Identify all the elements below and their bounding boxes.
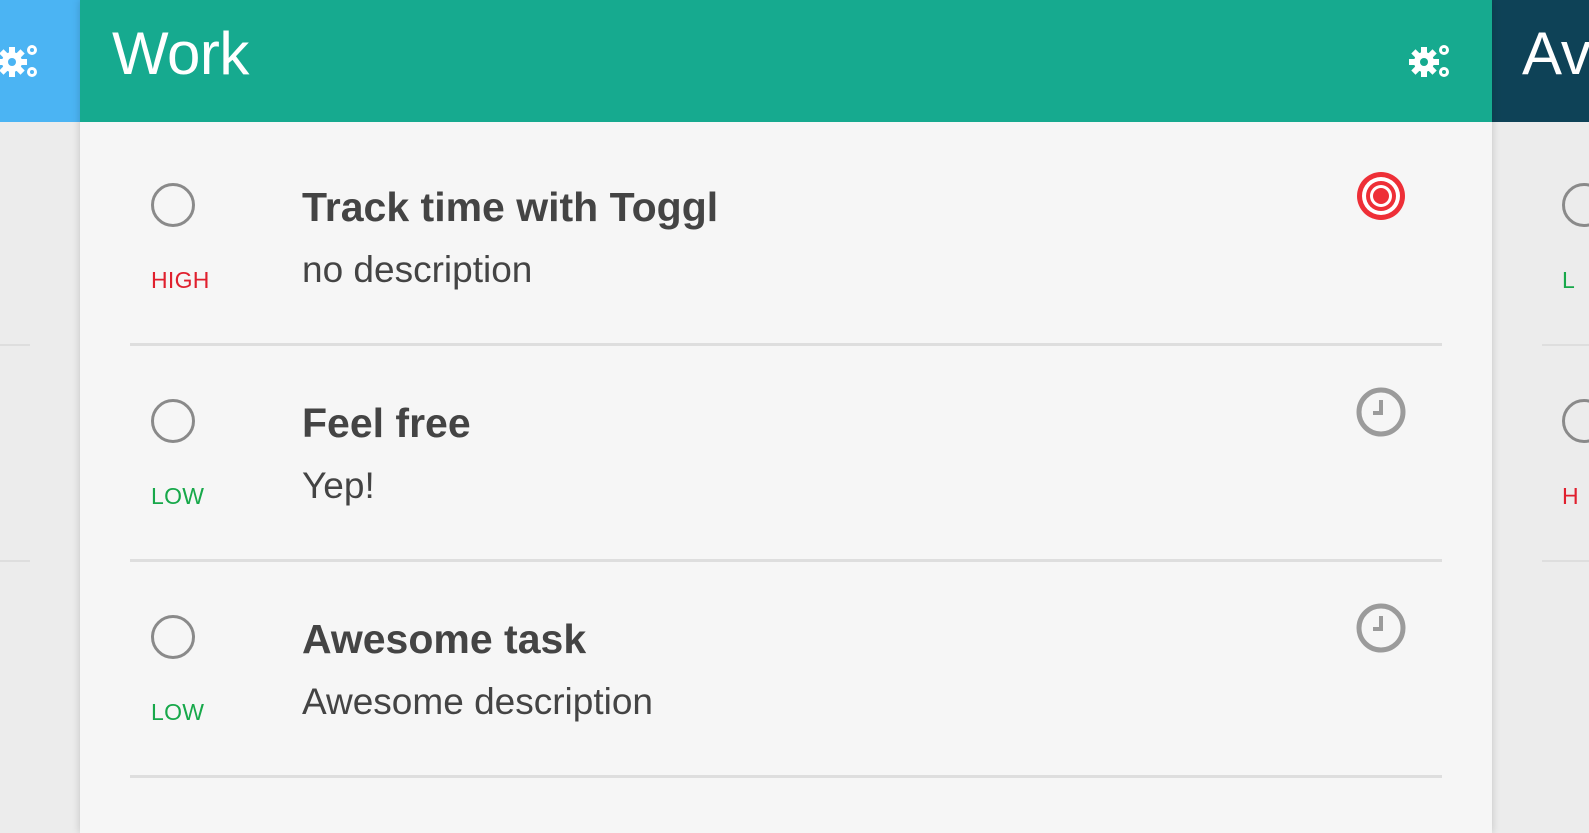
work-column: Work HIGH Track time with Toggl no descr… xyxy=(80,0,1492,833)
complete-checkbox[interactable] xyxy=(151,399,195,443)
column-title: Work xyxy=(112,20,249,87)
task-name: Track time with Toggl xyxy=(302,184,719,230)
task-item[interactable]: HIGH Track time with Toggl no descriptio… xyxy=(130,130,1442,346)
target-icon[interactable] xyxy=(1355,170,1407,222)
left-column-header xyxy=(0,0,80,122)
task-description: Yep! xyxy=(302,465,375,506)
divider xyxy=(1542,344,1589,346)
task-name: Feel free xyxy=(302,400,471,446)
complete-checkbox[interactable] xyxy=(1562,399,1589,443)
complete-checkbox[interactable] xyxy=(151,615,195,659)
right-column-header: Av xyxy=(1492,0,1589,122)
right-column-title: Av xyxy=(1522,20,1589,87)
clock-icon[interactable] xyxy=(1355,386,1407,438)
column-header: Work xyxy=(80,0,1492,122)
complete-checkbox[interactable] xyxy=(151,183,195,227)
task-name: Awesome task xyxy=(302,616,587,662)
divider xyxy=(1542,560,1589,562)
left-column xyxy=(0,0,80,833)
task-item[interactable]: LOW Awesome task Awesome description xyxy=(130,562,1442,778)
task-description: no description xyxy=(302,249,533,290)
task-item[interactable]: LOW Feel free Yep! xyxy=(130,346,1442,562)
priority-label: LOW xyxy=(151,699,205,725)
priority-label: H xyxy=(1562,483,1579,509)
clock-icon[interactable] xyxy=(1355,602,1407,654)
task-description: Awesome description xyxy=(302,681,653,722)
gears-icon[interactable] xyxy=(1406,38,1456,89)
divider xyxy=(0,344,30,346)
right-column: Av L H xyxy=(1492,0,1589,833)
priority-label: HIGH xyxy=(151,267,210,293)
priority-label: LOW xyxy=(151,483,205,509)
gears-icon[interactable] xyxy=(0,38,44,89)
task-divider xyxy=(130,775,1442,778)
divider xyxy=(0,560,30,562)
priority-label: L xyxy=(1562,267,1575,293)
complete-checkbox[interactable] xyxy=(1562,183,1589,227)
